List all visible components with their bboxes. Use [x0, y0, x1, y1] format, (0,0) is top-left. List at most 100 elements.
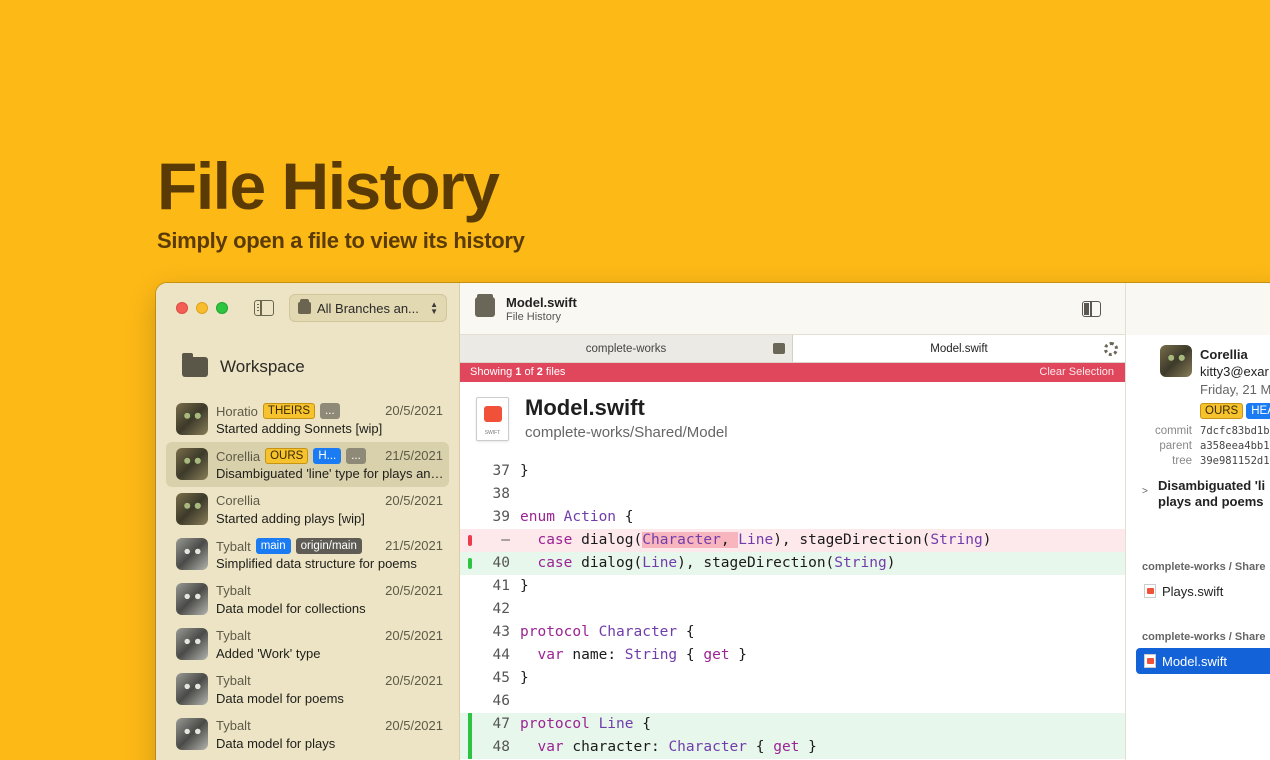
avatar	[176, 403, 208, 435]
commit-date: 21/5/2021	[385, 538, 443, 553]
commit-date: 20/5/2021	[385, 493, 443, 508]
commit-date: 20/5/2021	[385, 718, 443, 733]
avatar	[176, 448, 208, 480]
tab-model-swift[interactable]: Model.swift	[793, 335, 1125, 362]
branch-selector-label: All Branches an...	[317, 300, 419, 316]
code-line-added: 47 protocol Line {	[460, 713, 1125, 736]
inspector-author: Corellia	[1200, 347, 1248, 362]
inspector-date: Friday, 21 M	[1200, 382, 1270, 397]
workspace-header[interactable]: Workspace	[182, 353, 305, 377]
code-line: 45}	[492, 670, 529, 686]
tab-complete-works[interactable]: complete-works	[460, 335, 793, 362]
avatar	[176, 628, 208, 660]
tag-head: H...	[313, 448, 342, 464]
commit-row[interactable]: Tybalt main origin/main 21/5/2021 Simpli…	[166, 532, 449, 577]
commit-message: Data model for collections	[216, 601, 366, 616]
hero-subtitle: Simply open a file to view its history	[157, 228, 525, 253]
code-line-deleted: – case dialog(Character, Line), stageDir…	[460, 529, 1125, 552]
code-line: 44 var name: String { get }	[492, 647, 748, 663]
addition-marker	[468, 736, 472, 759]
branch-selector[interactable]: All Branches an... ▲ ▼	[289, 294, 447, 322]
commit-row-selected[interactable]: Corellia OURS H... ... 21/5/2021 Disambi…	[166, 442, 449, 487]
commit-message: Disambiguated 'line' type for plays and …	[216, 466, 444, 481]
workspace-label: Workspace	[220, 357, 305, 376]
changed-file-plays[interactable]: Plays.swift	[1136, 578, 1270, 604]
commit-hash[interactable]: 7dcfc83bd1b	[1192, 425, 1270, 437]
commit-author: Corellia OURS H... ...	[216, 448, 366, 464]
commit-author: Corellia	[216, 493, 261, 508]
file-group-header: complete-works / Share	[1142, 561, 1266, 573]
repository-box-icon	[475, 294, 495, 317]
tag-origin-main: origin/main	[295, 538, 362, 554]
commit-row[interactable]: Tybalt 20/5/2021 Data model for plays	[166, 712, 449, 757]
commit-date: 20/5/2021	[385, 628, 443, 643]
commit-row[interactable]: Tybalt 20/5/2021 Added 'Work' type	[166, 622, 449, 667]
chevron-right-icon: >	[1142, 486, 1148, 497]
file-group-header: complete-works / Share	[1142, 631, 1266, 643]
commit-message: Started adding plays [wip]	[216, 511, 365, 526]
code-line-added: 40 case dialog(Line), stageDirection(Str…	[460, 552, 1125, 575]
commit-row[interactable]: Tybalt 20/5/2021 Data model for collecti…	[166, 577, 449, 622]
clear-selection-button[interactable]: Clear Selection	[1039, 363, 1114, 382]
inspector-tags: OURS HEA	[1200, 403, 1270, 419]
avatar	[1160, 345, 1192, 377]
tab-bar: complete-works Model.swift	[460, 335, 1125, 363]
tag-head: HEA	[1246, 403, 1270, 419]
deletion-marker	[468, 535, 472, 546]
minimize-window-button[interactable]	[196, 302, 208, 314]
commit-meta: commit 7dcfc83bd1b parent a358eea4bb1 tree…	[1154, 425, 1270, 467]
tag-theirs: THEIRS	[262, 403, 316, 419]
commit-row[interactable]: Tybalt 20/5/2021 Data model for poems	[166, 667, 449, 712]
split-view-icon[interactable]	[1082, 301, 1101, 317]
commit-message: Started adding Sonnets [wip]	[216, 421, 383, 436]
code-line: 38	[492, 486, 510, 502]
close-window-button[interactable]	[176, 302, 188, 314]
commit-author: Tybalt	[216, 583, 251, 598]
main-pane: Model.swift File History complete-works …	[460, 283, 1125, 760]
tag-ours: OURS	[1200, 403, 1244, 419]
addition-marker	[468, 713, 472, 736]
commit-row[interactable]: Corellia 20/5/2021 Started adding plays …	[166, 487, 449, 532]
commit-date: 21/5/2021	[385, 448, 443, 463]
code-line: 46	[492, 693, 510, 709]
sidebar-toggle-icon[interactable]	[254, 300, 274, 316]
code-line: 41}	[492, 578, 529, 594]
swift-file-icon	[1144, 584, 1156, 598]
commit-message: Data model for plays	[216, 736, 336, 751]
zoom-window-button[interactable]	[216, 302, 228, 314]
tree-hash[interactable]: 39e981152d1	[1192, 455, 1270, 467]
changed-file-model[interactable]: Model.swift	[1136, 648, 1270, 674]
code-line: 37}	[492, 463, 529, 479]
toolbar-title: Model.swift	[506, 295, 577, 310]
toolbar: Model.swift File History	[460, 283, 1125, 335]
selection-banner: Showing 1 of 2 files Clear Selection	[460, 363, 1125, 382]
code-line-added: 48 var character: Character { get }	[460, 736, 1125, 759]
commit-author: Horatio THEIRS ...	[216, 403, 340, 419]
avatar	[176, 538, 208, 570]
commit-row[interactable]: Horatio THEIRS ... 20/5/2021 Started add…	[166, 397, 449, 442]
commit-author: Tybalt	[216, 718, 251, 733]
code-line: 39 enum Action {	[492, 509, 634, 525]
parent-hash[interactable]: a358eea4bb1	[1192, 440, 1270, 452]
code-diff: 37} 38 39 enum Action { – case dialog(Cha…	[460, 460, 1125, 759]
commit-list: Horatio THEIRS ... 20/5/2021 Started add…	[166, 397, 449, 757]
gear-icon[interactable]	[1104, 342, 1118, 356]
sidebar: All Branches an... ▲ ▼ Workspace Horatio …	[156, 283, 460, 760]
avatar	[176, 673, 208, 705]
app-window: All Branches an... ▲ ▼ Workspace Horatio …	[156, 283, 1270, 760]
swift-file-icon	[1144, 654, 1156, 668]
commit-message: Data model for poems	[216, 691, 344, 706]
avatar	[176, 718, 208, 750]
commit-date: 20/5/2021	[385, 673, 443, 688]
commit-author: Tybalt	[216, 628, 251, 643]
tag-main: main	[255, 538, 291, 554]
commit-inspector: Corellia kitty3@exar Friday, 21 M OURS H…	[1125, 283, 1270, 760]
commit-date: 20/5/2021	[385, 403, 443, 418]
repository-box-icon	[298, 299, 311, 314]
swift-file-icon	[476, 397, 509, 441]
avatar	[176, 493, 208, 525]
commit-message: Simplified data structure for poems	[216, 556, 417, 571]
commit-date: 20/5/2021	[385, 583, 443, 598]
commit-author: Tybalt	[216, 673, 251, 688]
repository-box-icon	[773, 343, 785, 354]
